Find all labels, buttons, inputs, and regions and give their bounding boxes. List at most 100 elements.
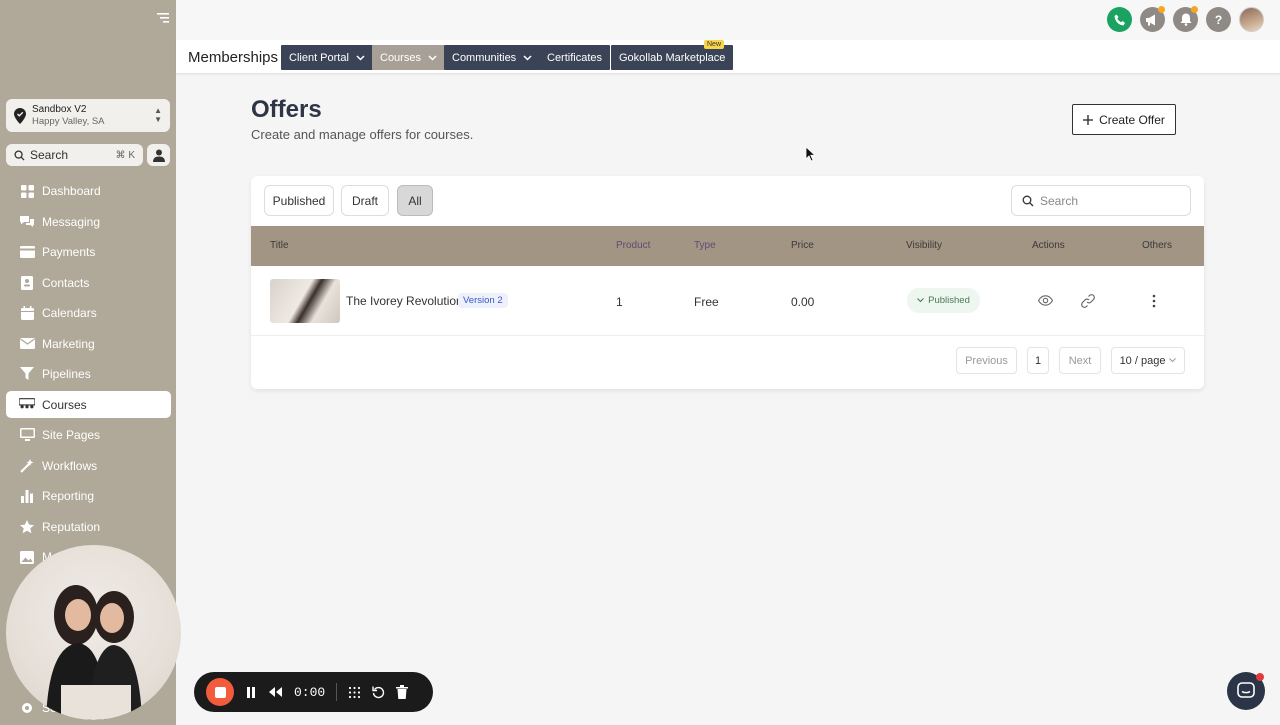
create-offer-label: Create Offer [1099, 112, 1165, 127]
bell-icon[interactable] [1173, 6, 1198, 32]
plus-icon [1083, 114, 1094, 125]
sidebar-item-contacts[interactable]: Contacts [6, 269, 171, 296]
pause-icon[interactable] [245, 686, 257, 699]
tab-label: Client Portal [289, 51, 349, 64]
page-number-button[interactable]: 1 [1027, 347, 1049, 374]
sub-navigation: Memberships Client Portal Courses Commun… [176, 40, 1280, 74]
sidebar-item-reputation[interactable]: Reputation [6, 513, 171, 540]
gear-icon [19, 700, 35, 716]
dashboard-icon [19, 183, 35, 199]
sidebar-item-marketing[interactable]: Marketing [6, 330, 171, 357]
page-subtitle: Create and manage offers for courses. [251, 127, 474, 142]
sidebar-item-label: Dashboard [42, 184, 101, 199]
search-placeholder: Search [1040, 193, 1079, 208]
location-name: Sandbox V2 [32, 103, 87, 115]
chevron-down-icon [1169, 358, 1177, 363]
column-visibility: Visibility [906, 240, 942, 251]
stop-recording-button[interactable] [206, 678, 234, 706]
tab-client-portal[interactable]: Client Portal [281, 45, 373, 70]
sidebar-item-payments[interactable]: Payments [6, 239, 171, 266]
sidebar-search[interactable]: Search ⌘ K [6, 144, 143, 166]
sidebar-item-workflows[interactable]: Workflows [6, 452, 171, 479]
filter-published[interactable]: Published [264, 185, 334, 216]
sidebar-item-label: Calendars [42, 306, 97, 321]
sidebar-item-messaging[interactable]: Messaging [6, 208, 171, 235]
grid-drag-icon[interactable] [348, 686, 361, 699]
search-icon [14, 149, 25, 161]
people-icon [19, 397, 35, 413]
location-pin-icon [14, 107, 26, 124]
offers-card: Published Draft All Search Title Product… [251, 176, 1204, 389]
sidebar-item-pipelines[interactable]: Pipelines [6, 361, 171, 388]
eye-icon[interactable] [1038, 295, 1053, 306]
more-vertical-icon[interactable] [1152, 294, 1156, 308]
sidebar-item-label: Contacts [42, 275, 90, 290]
webcam-overlay [6, 545, 181, 720]
table-header: Title Product Type Price Visibility Acti… [251, 226, 1204, 266]
megaphone-icon[interactable] [1140, 6, 1165, 32]
chat-widget-button[interactable] [1227, 672, 1265, 710]
divider [336, 683, 338, 701]
sidebar-search-label: Search [30, 148, 69, 162]
notification-dot [1191, 6, 1198, 13]
calendar-icon [19, 305, 35, 321]
location-switcher[interactable]: Sandbox V2 Happy Valley, SA ▲ ▼ [6, 99, 170, 132]
chevron-updown-icon: ▲ ▼ [154, 106, 162, 124]
next-page-button[interactable]: Next [1059, 347, 1101, 374]
image-icon [19, 549, 35, 565]
contacts-icon [19, 275, 35, 291]
avatar[interactable] [1239, 7, 1264, 32]
offer-title[interactable]: The Ivorey Revolution [346, 294, 463, 308]
page-size-select[interactable]: 10 / page [1111, 347, 1185, 374]
restart-icon[interactable] [372, 686, 385, 699]
filter-draft[interactable]: Draft [341, 185, 389, 216]
chevron-down-icon [356, 54, 365, 61]
star-icon [19, 519, 35, 535]
chevron-down-icon [523, 54, 532, 61]
chart-icon [19, 488, 35, 504]
tab-certificates[interactable]: Certificates [539, 45, 611, 70]
location-place: Happy Valley, SA [32, 115, 105, 127]
table-row[interactable]: The Ivorey Revolution Version 2 1 Free 0… [251, 266, 1204, 336]
chat-icon [1237, 682, 1255, 698]
search-shortcut: ⌘ K [115, 149, 135, 161]
search-icon [1022, 195, 1034, 206]
rewind-icon[interactable] [268, 686, 283, 698]
visibility-dropdown[interactable]: Published [907, 288, 980, 313]
filter-icon [19, 366, 35, 382]
link-icon[interactable] [1081, 294, 1095, 308]
sidebar-item-label: Pipelines [42, 367, 91, 382]
new-badge: New [704, 40, 725, 49]
previous-page-button[interactable]: Previous [956, 347, 1017, 374]
top-bar: ? [176, 0, 1280, 40]
sidebar-item-reporting[interactable]: Reporting [6, 483, 171, 510]
chat-icon [19, 214, 35, 230]
trash-icon[interactable] [396, 685, 409, 699]
tab-communities[interactable]: Communities [444, 45, 541, 70]
filter-all[interactable]: All [397, 185, 433, 216]
help-icon[interactable]: ? [1206, 7, 1231, 32]
sidebar-item-courses[interactable]: Courses [6, 391, 171, 418]
user-profile-button[interactable] [147, 144, 170, 166]
mouse-cursor-icon [805, 146, 816, 162]
page-title: Offers [251, 96, 322, 123]
tab-courses[interactable]: Courses [372, 45, 445, 70]
offer-type: Free [694, 295, 719, 309]
screen-recorder-controls: 0:00 [194, 672, 433, 712]
sidebar-item-label: Messaging [42, 214, 101, 229]
sidebar-item-label: Reporting [42, 489, 95, 504]
phone-icon[interactable] [1107, 7, 1132, 32]
sidebar-item-dashboard[interactable]: Dashboard [6, 178, 171, 205]
collapse-menu-icon[interactable] [155, 12, 169, 24]
create-offer-button[interactable]: Create Offer [1072, 104, 1176, 135]
page-size-label: 10 / page [1119, 354, 1166, 367]
sidebar-item-calendars[interactable]: Calendars [6, 300, 171, 327]
sidebar-item-label: Workflows [42, 458, 98, 473]
mail-icon [19, 336, 35, 352]
offer-thumbnail [270, 279, 340, 323]
webcam-people-image [46, 585, 142, 720]
recording-time: 0:00 [294, 684, 326, 700]
sidebar-item-site-pages[interactable]: Site Pages [6, 422, 171, 449]
notification-dot [1256, 673, 1264, 681]
offers-search-input[interactable]: Search [1011, 185, 1191, 216]
